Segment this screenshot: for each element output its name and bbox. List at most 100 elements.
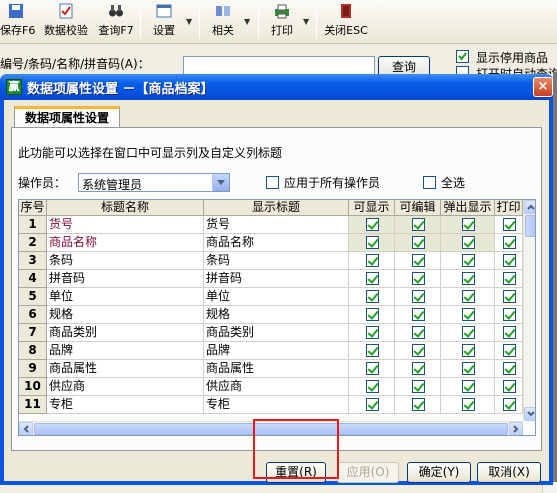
query-button[interactable]: 查询F7 — [96, 3, 136, 41]
title-name-cell[interactable]: 拼音码 — [47, 270, 204, 288]
popup-checkbox[interactable] — [441, 324, 495, 342]
display-title-cell[interactable]: 供应商 — [204, 378, 349, 396]
editable-checkbox[interactable] — [395, 378, 441, 396]
checkbox-checked-icon[interactable] — [502, 218, 516, 231]
print-dropdown-icon[interactable]: ▼ — [303, 17, 309, 26]
print-checkbox[interactable] — [495, 324, 523, 342]
scroll-thumb[interactable] — [525, 215, 535, 237]
visible-checkbox[interactable] — [349, 252, 395, 270]
print-button[interactable]: 打印 — [266, 3, 298, 41]
checkbox-checked-icon[interactable] — [461, 380, 475, 393]
apply-button[interactable]: 应用(O) — [337, 462, 399, 483]
checkbox-checked-icon[interactable] — [365, 308, 379, 321]
checkbox-checked-icon[interactable] — [411, 272, 425, 285]
display-title-cell[interactable]: 品牌 — [204, 342, 349, 360]
display-title-cell[interactable]: 商品名称 — [204, 234, 349, 252]
display-title-cell[interactable]: 专柜 — [204, 396, 349, 414]
checkbox-checked-icon[interactable] — [365, 290, 379, 303]
scroll-down-button[interactable] — [524, 407, 535, 421]
display-title-cell[interactable]: 商品属性 — [204, 360, 349, 378]
checkbox-checked-icon[interactable] — [411, 290, 425, 303]
print-checkbox[interactable] — [495, 234, 523, 252]
visible-checkbox[interactable] — [349, 234, 395, 252]
header-print[interactable]: 打印 — [495, 200, 523, 216]
editable-checkbox[interactable] — [395, 252, 441, 270]
visible-checkbox[interactable] — [349, 306, 395, 324]
visible-checkbox[interactable] — [349, 324, 395, 342]
print-checkbox[interactable] — [495, 270, 523, 288]
visible-checkbox[interactable] — [349, 378, 395, 396]
checkbox-checked-icon[interactable] — [461, 290, 475, 303]
editable-checkbox[interactable] — [395, 360, 441, 378]
grid-vertical-scrollbar[interactable] — [523, 200, 535, 421]
editable-checkbox[interactable] — [395, 306, 441, 324]
checkbox-checked-icon[interactable] — [461, 344, 475, 357]
checkbox-checked-icon[interactable] — [411, 218, 425, 231]
display-title-cell[interactable]: 规格 — [204, 306, 349, 324]
header-visible[interactable]: 可显示 — [349, 200, 395, 216]
checkbox-checked-icon[interactable] — [461, 236, 475, 249]
auto-query-checkbox[interactable] — [456, 66, 469, 74]
checkbox-checked-icon[interactable] — [411, 236, 425, 249]
checkbox-checked-icon[interactable] — [365, 254, 379, 267]
popup-checkbox[interactable] — [441, 306, 495, 324]
checkbox-checked-icon[interactable] — [411, 326, 425, 339]
dialog-titlebar[interactable]: 赢 数据项属性设置 －【商品档案】 × — [0, 74, 553, 100]
print-checkbox[interactable] — [495, 252, 523, 270]
title-name-cell[interactable]: 规格 — [47, 306, 204, 324]
visible-checkbox[interactable] — [349, 216, 395, 234]
popup-checkbox[interactable] — [441, 270, 495, 288]
show-disabled-checkbox[interactable] — [456, 50, 469, 63]
select-all-checkbox[interactable] — [423, 176, 436, 189]
display-title-cell[interactable]: 商品类别 — [204, 324, 349, 342]
editable-checkbox[interactable] — [395, 288, 441, 306]
title-name-cell[interactable]: 供应商 — [47, 378, 204, 396]
header-display-title[interactable]: 显示标题 — [204, 200, 349, 216]
checkbox-checked-icon[interactable] — [365, 236, 379, 249]
display-title-cell[interactable]: 货号 — [204, 216, 349, 234]
editable-checkbox[interactable] — [395, 324, 441, 342]
checkbox-checked-icon[interactable] — [411, 254, 425, 267]
checkbox-checked-icon[interactable] — [502, 236, 516, 249]
dialog-close-button[interactable]: × — [533, 77, 553, 97]
title-name-cell[interactable]: 商品类别 — [47, 324, 204, 342]
checkbox-checked-icon[interactable] — [411, 362, 425, 375]
popup-checkbox[interactable] — [441, 360, 495, 378]
checkbox-checked-icon[interactable] — [411, 380, 425, 393]
checkbox-checked-icon[interactable] — [502, 326, 516, 339]
checkbox-checked-icon[interactable] — [461, 326, 475, 339]
header-popup[interactable]: 弹出显示 — [441, 200, 495, 216]
chevron-down-icon[interactable] — [212, 174, 229, 191]
title-name-cell[interactable]: 货号 — [47, 216, 204, 234]
print-checkbox[interactable] — [495, 396, 523, 414]
checkbox-checked-icon[interactable] — [365, 344, 379, 357]
print-checkbox[interactable] — [495, 306, 523, 324]
checkbox-checked-icon[interactable] — [502, 398, 516, 411]
checkbox-checked-icon[interactable] — [461, 254, 475, 267]
print-checkbox[interactable] — [495, 342, 523, 360]
editable-checkbox[interactable] — [395, 270, 441, 288]
editable-checkbox[interactable] — [395, 216, 441, 234]
title-name-cell[interactable]: 专柜 — [47, 396, 204, 414]
checkbox-checked-icon[interactable] — [365, 218, 379, 231]
apply-all-checkbox[interactable] — [266, 176, 279, 189]
checkbox-checked-icon[interactable] — [461, 362, 475, 375]
print-checkbox[interactable] — [495, 378, 523, 396]
display-title-cell[interactable]: 单位 — [204, 288, 349, 306]
checkbox-checked-icon[interactable] — [365, 362, 379, 375]
checkbox-checked-icon[interactable] — [411, 344, 425, 357]
settings-button[interactable]: 设置 — [148, 3, 180, 41]
visible-checkbox[interactable] — [349, 288, 395, 306]
settings-dropdown-icon[interactable]: ▼ — [186, 17, 192, 26]
header-editable[interactable]: 可编辑 — [395, 200, 441, 216]
checkbox-checked-icon[interactable] — [411, 308, 425, 321]
checkbox-checked-icon[interactable] — [502, 344, 516, 357]
header-title-name[interactable]: 标题名称 — [47, 200, 204, 216]
header-no[interactable]: 序号 — [19, 200, 47, 216]
display-title-cell[interactable]: 条码 — [204, 252, 349, 270]
operator-select[interactable]: 系统管理员 — [78, 173, 230, 192]
visible-checkbox[interactable] — [349, 396, 395, 414]
print-checkbox[interactable] — [495, 288, 523, 306]
checkbox-checked-icon[interactable] — [365, 380, 379, 393]
scroll-right-button[interactable] — [509, 422, 523, 435]
